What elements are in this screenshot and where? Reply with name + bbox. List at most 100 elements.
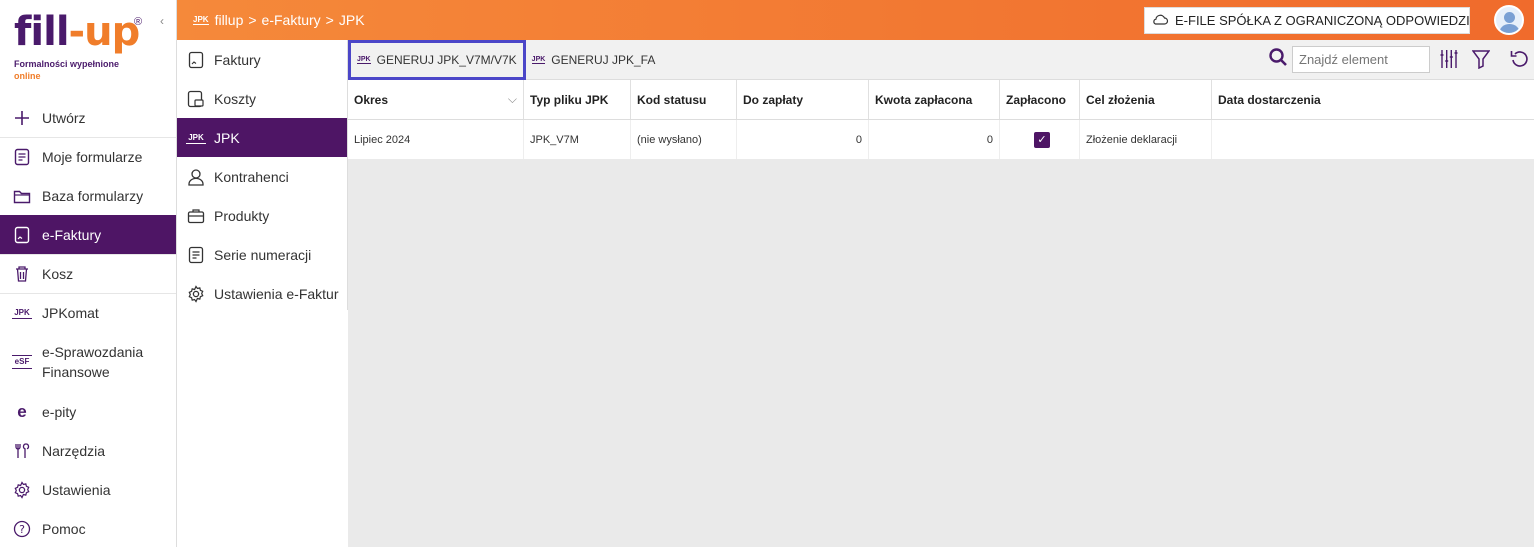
nav-ustawienia[interactable]: Ustawienia bbox=[0, 470, 176, 509]
cell-kwota: 0 bbox=[869, 120, 1000, 159]
logo[interactable]: fill-up ® ‹ Formalności wypełnione onlin… bbox=[0, 0, 176, 98]
breadcrumb-jpk: JPK bbox=[338, 12, 365, 28]
sub-sidebar: Faktury Koszty JPK JPK Kontrahenci Produ… bbox=[177, 40, 348, 310]
sub-label: Ustawienia e-Faktur bbox=[214, 285, 339, 302]
search-input[interactable] bbox=[1292, 46, 1430, 73]
cell-do-zaplaty: 0 bbox=[737, 120, 869, 159]
cell-cel: Złożenie deklaracji bbox=[1080, 120, 1212, 159]
sub-sidebar-fill bbox=[177, 310, 348, 547]
cell-data bbox=[1212, 120, 1534, 159]
cell-okres: Lipiec 2024 bbox=[348, 120, 524, 159]
column-header-kod[interactable]: Kod statusu bbox=[631, 80, 737, 119]
jpk-table: Okres ⌵ Typ pliku JPK Kod statusu Do zapł… bbox=[348, 80, 1534, 159]
nav-e-pity[interactable]: e e-pity bbox=[0, 392, 176, 431]
nav-label: Moje formularze bbox=[42, 149, 143, 165]
jpk-icon: JPK bbox=[186, 132, 206, 144]
tagline-line-1: Formalności wypełnione bbox=[14, 59, 120, 69]
nav-label: JPKomat bbox=[42, 305, 99, 321]
search-box bbox=[1268, 46, 1430, 73]
column-label: Okres bbox=[354, 92, 389, 107]
gear-icon bbox=[186, 284, 206, 304]
nav-kosz[interactable]: Kosz bbox=[0, 254, 176, 293]
esf-icon: eSF bbox=[12, 355, 32, 369]
help-icon: ? bbox=[12, 519, 32, 539]
breadcrumb-root[interactable]: fillup bbox=[215, 12, 244, 28]
nav-narzedzia[interactable]: Narzędzia bbox=[0, 431, 176, 470]
chevron-down-icon[interactable]: ⌵ bbox=[508, 92, 517, 107]
sub-faktury[interactable]: Faktury bbox=[177, 40, 347, 79]
breadcrumb-efaktury[interactable]: e-Faktury bbox=[262, 12, 321, 28]
sub-label: JPK bbox=[214, 129, 240, 146]
sub-label: Faktury bbox=[214, 51, 261, 68]
search-icon[interactable] bbox=[1268, 47, 1288, 72]
nav-label: Narzędzia bbox=[42, 442, 106, 459]
gear-icon bbox=[12, 480, 32, 500]
button-label: GENERUJ JPK_FA bbox=[551, 52, 656, 67]
generate-jpk-fa-button[interactable]: JPK GENERUJ JPK_FA bbox=[526, 40, 662, 80]
logo-fill-text: fill bbox=[14, 9, 70, 55]
nav-moje-formularze[interactable]: Moje formularze bbox=[0, 137, 176, 176]
nav-label: e-Sprawozdania Finansowe bbox=[42, 344, 144, 380]
breadcrumb: JPK fillup > e-Faktury > JPK bbox=[177, 12, 365, 28]
sub-label: Produkty bbox=[214, 207, 270, 224]
filter-icon[interactable] bbox=[1471, 49, 1491, 74]
column-label: Typ pliku JPK bbox=[530, 92, 609, 107]
folder-icon bbox=[12, 186, 32, 206]
sub-produkty[interactable]: Produkty bbox=[177, 196, 347, 235]
jpk-icon: JPK bbox=[193, 15, 209, 25]
column-header-zaplacono[interactable]: Zapłacono bbox=[1000, 80, 1080, 119]
nav-label: Ustawienia bbox=[42, 481, 111, 498]
column-header-kwota[interactable]: Kwota zapłacona bbox=[869, 80, 1000, 119]
jpk-icon: JPK bbox=[531, 55, 546, 64]
avatar[interactable] bbox=[1494, 5, 1524, 35]
sub-label: Kontrahenci bbox=[214, 168, 289, 185]
sub-ustawienia-efaktur[interactable]: Ustawienia e-Faktur bbox=[177, 274, 347, 313]
sub-kontrahenci[interactable]: Kontrahenci bbox=[177, 157, 347, 196]
breadcrumb-separator: > bbox=[325, 12, 334, 28]
sub-serie-numeracji[interactable]: Serie numeracji bbox=[177, 235, 347, 274]
tools-icon bbox=[12, 441, 32, 461]
nav-label: Baza formularzy bbox=[42, 187, 144, 204]
invoice-icon bbox=[12, 225, 32, 245]
nav-e-faktury[interactable]: e-Faktury bbox=[0, 215, 176, 254]
cell-typ: JPK_V7M bbox=[524, 120, 631, 159]
tagline-line-2: online bbox=[14, 71, 41, 81]
sub-label: Serie numeracji bbox=[214, 246, 312, 263]
document-icon bbox=[186, 245, 206, 265]
refresh-icon[interactable] bbox=[1510, 49, 1528, 74]
svg-text:?: ? bbox=[19, 523, 25, 536]
column-header-data[interactable]: Data dostarczenia bbox=[1212, 80, 1534, 119]
cell-kod: (nie wysłano) bbox=[631, 120, 737, 159]
column-label: Do zapłaty bbox=[743, 92, 804, 107]
jpk-icon: JPK bbox=[12, 307, 32, 319]
collapse-sidebar-icon[interactable]: ‹ bbox=[160, 14, 164, 28]
column-label: Cel złożenia bbox=[1086, 92, 1155, 107]
user-icon bbox=[186, 167, 206, 187]
document-icon bbox=[12, 147, 32, 167]
table-row[interactable]: Lipiec 2024 JPK_V7M (nie wysłano) 0 0 ✓ … bbox=[348, 120, 1534, 159]
checkbox-checked[interactable]: ✓ bbox=[1034, 131, 1050, 148]
table-header: Okres ⌵ Typ pliku JPK Kod statusu Do zapł… bbox=[348, 80, 1534, 120]
nav-e-sprawozdania[interactable]: eSF e-Sprawozdania Finansowe bbox=[0, 332, 176, 392]
nav-utworz[interactable]: Utwórz bbox=[0, 98, 176, 137]
column-header-typ[interactable]: Typ pliku JPK bbox=[524, 80, 631, 119]
column-header-do-zaplaty[interactable]: Do zapłaty bbox=[737, 80, 869, 119]
nav-jpkomat[interactable]: JPK JPKomat bbox=[0, 293, 176, 332]
logo-up-text: up bbox=[84, 9, 140, 55]
columns-icon[interactable] bbox=[1440, 49, 1458, 74]
company-selector[interactable]: E-FILE SPÓŁKA Z OGRANICZONĄ ODPOWIEDZI..… bbox=[1144, 7, 1470, 34]
company-name: E-FILE SPÓŁKA Z OGRANICZONĄ ODPOWIEDZI..… bbox=[1175, 13, 1470, 28]
column-header-cel[interactable]: Cel złożenia bbox=[1080, 80, 1212, 119]
nav-label: Utwórz bbox=[42, 109, 86, 126]
sub-koszty[interactable]: Koszty bbox=[177, 79, 347, 118]
generate-jpk-v7m-button[interactable]: JPK GENERUJ JPK_V7M/V7K bbox=[348, 39, 526, 80]
top-bar: JPK fillup > e-Faktury > JPK E-FILE SPÓŁ… bbox=[177, 0, 1534, 40]
nav-pomoc[interactable]: ? Pomoc bbox=[0, 509, 176, 547]
nav-label: e-Faktury bbox=[42, 226, 102, 243]
registered-mark: ® bbox=[134, 16, 143, 28]
column-header-okres[interactable]: Okres ⌵ bbox=[348, 80, 524, 119]
nav-baza-formularzy[interactable]: Baza formularzy bbox=[0, 176, 176, 215]
toolbar: JPK GENERUJ JPK_V7M/V7K JPK GENERUJ JPK_… bbox=[348, 39, 1534, 80]
column-label: Kwota zapłacona bbox=[875, 92, 973, 107]
sub-jpk[interactable]: JPK JPK bbox=[177, 118, 347, 157]
